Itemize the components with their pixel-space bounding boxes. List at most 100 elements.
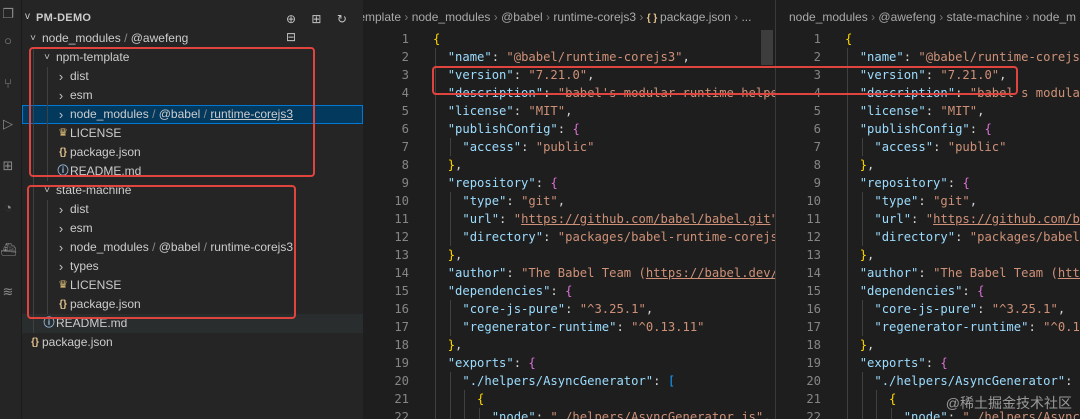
- tree-file[interactable]: {} package.json: [22, 295, 363, 314]
- code-text[interactable]: "exports": {: [845, 354, 948, 372]
- code-line[interactable]: 10 "type": "git",: [363, 192, 775, 210]
- code-text[interactable]: {: [845, 30, 852, 48]
- code-line[interactable]: 8 },: [363, 156, 775, 174]
- tree-file[interactable]: {} package.json: [22, 333, 363, 352]
- code-text[interactable]: "name": "@babel/runtime-corejs3",: [433, 48, 690, 66]
- tree-folder[interactable]: ˅ node_modules / @awefeng: [22, 29, 363, 48]
- breadcrumb-item[interactable]: state-machine: [947, 10, 1022, 24]
- code-text[interactable]: },: [433, 336, 463, 354]
- code-text[interactable]: "core-js-pure": "^3.25.1",: [845, 300, 1065, 318]
- code-line[interactable]: 12 "directory": "packages/babel-runtime-…: [776, 228, 1080, 246]
- code-text[interactable]: "access": "public": [433, 138, 594, 156]
- code-line[interactable]: 1{: [363, 30, 775, 48]
- tree-file[interactable]: ♛ LICENSE: [22, 276, 363, 295]
- code-line[interactable]: 13 },: [363, 246, 775, 264]
- tree-folder[interactable]: › types: [22, 257, 363, 276]
- chevron-right-icon[interactable]: ›: [56, 257, 66, 276]
- breadcrumb-item[interactable]: template: [363, 10, 401, 24]
- code-line[interactable]: 6 "publishConfig": {: [363, 120, 775, 138]
- code-text[interactable]: },: [433, 156, 463, 174]
- scrollbar-thumb[interactable]: [761, 30, 773, 65]
- code-text[interactable]: "dependencies": {: [845, 282, 985, 300]
- code-line[interactable]: 9 "repository": {: [363, 174, 775, 192]
- code-line[interactable]: 17 "regenerator-runtime": "^0.13.11": [776, 318, 1080, 336]
- code-line[interactable]: 19 "exports": {: [363, 354, 775, 372]
- code-line[interactable]: 5 "license": "MIT",: [776, 102, 1080, 120]
- breadcrumb-item[interactable]: ...: [741, 10, 751, 24]
- breadcrumb-item[interactable]: node_modules: [789, 10, 868, 24]
- breadcrumb-item[interactable]: package.json: [660, 10, 731, 24]
- remote-icon[interactable]: ≋: [0, 284, 16, 300]
- code-line[interactable]: 17 "regenerator-runtime": "^0.13.11": [363, 318, 775, 336]
- code-text[interactable]: "version": "7.21.0",: [845, 66, 1007, 84]
- tree-folder[interactable]: › esm: [22, 219, 363, 238]
- breadcrumb-item[interactable]: node_modules: [412, 10, 491, 24]
- code-line[interactable]: 13 },: [776, 246, 1080, 264]
- code-text[interactable]: "publishConfig": {: [845, 120, 992, 138]
- code-text[interactable]: "./helpers/AsyncGenerator": [: [845, 372, 1080, 390]
- breadcrumb-item[interactable]: runtime-corejs3: [553, 10, 636, 24]
- code-text[interactable]: "license": "MIT",: [433, 102, 573, 120]
- chevron-right-icon[interactable]: ›: [56, 105, 66, 124]
- breadcrumb-item[interactable]: @awefeng: [878, 10, 936, 24]
- code-line[interactable]: 11 "url": "https://github.com/babel/babe…: [776, 210, 1080, 228]
- code-line[interactable]: 4 "description": "babel's modular runtim…: [363, 84, 775, 102]
- code-line[interactable]: 8 },: [776, 156, 1080, 174]
- code-line[interactable]: 2 "name": "@babel/runtime-corejs3",: [363, 48, 775, 66]
- code-line[interactable]: 7 "access": "public": [363, 138, 775, 156]
- code-line[interactable]: 1{: [776, 30, 1080, 48]
- code-line[interactable]: 18 },: [363, 336, 775, 354]
- explorer-icon[interactable]: ❐: [0, 6, 16, 22]
- code-text[interactable]: {: [845, 390, 896, 408]
- code-text[interactable]: "./helpers/AsyncGenerator": [: [433, 372, 675, 390]
- tree-file[interactable]: ⓘ README.md: [22, 162, 363, 181]
- code-text[interactable]: "description": "babel's modular runtime …: [845, 84, 1080, 102]
- code-text[interactable]: "access": "public": [845, 138, 1006, 156]
- code-line[interactable]: 4 "description": "babel's modular runtim…: [776, 84, 1080, 102]
- code-line[interactable]: 9 "repository": {: [776, 174, 1080, 192]
- code-line[interactable]: 2 "name": "@babel/runtime-corejs3",: [776, 48, 1080, 66]
- tree-folder[interactable]: › node_modules / @babel / runtime-corejs3: [22, 105, 363, 124]
- code-line[interactable]: 16 "core-js-pure": "^3.25.1",: [776, 300, 1080, 318]
- timeline-icon[interactable]: ◔: [0, 200, 16, 216]
- code-text[interactable]: },: [845, 336, 875, 354]
- chevron-down-icon[interactable]: ˅: [42, 181, 52, 200]
- code-line[interactable]: 10 "type": "git",: [776, 192, 1080, 210]
- code-text[interactable]: "description": "babel's modular runtime …: [433, 84, 775, 102]
- code-line[interactable]: 20 "./helpers/AsyncGenerator": [: [363, 372, 775, 390]
- refresh-icon[interactable]: ↻: [333, 12, 351, 26]
- code-text[interactable]: "repository": {: [845, 174, 970, 192]
- code-text[interactable]: "exports": {: [433, 354, 536, 372]
- new-file-icon[interactable]: ⊕: [282, 12, 300, 26]
- code-text[interactable]: },: [845, 156, 875, 174]
- source-control-icon[interactable]: ⑂: [0, 76, 16, 92]
- chevron-right-icon[interactable]: ›: [56, 86, 66, 105]
- code-line[interactable]: 12 "directory": "packages/babel-runtime-…: [363, 228, 775, 246]
- code-text[interactable]: },: [845, 246, 875, 264]
- code-text[interactable]: "repository": {: [433, 174, 558, 192]
- code-text[interactable]: "author": "The Babel Team (https://babel…: [433, 264, 775, 282]
- code-line[interactable]: 22 "node": "./helpers/AsyncGenerator.js"…: [363, 408, 775, 419]
- code-line[interactable]: 14 "author": "The Babel Team (https://ba…: [363, 264, 775, 282]
- code-text[interactable]: "directory": "packages/babel-runtime-cor…: [433, 228, 775, 246]
- breadcrumb-item[interactable]: @babel: [501, 10, 543, 24]
- code-line[interactable]: 14 "author": "The Babel Team (https://ba…: [776, 264, 1080, 282]
- chevron-down-icon[interactable]: v: [25, 11, 30, 22]
- breadcrumb-item[interactable]: node_m: [1033, 10, 1076, 24]
- code-text[interactable]: "regenerator-runtime": "^0.13.11": [433, 318, 704, 336]
- chevron-down-icon[interactable]: ˅: [42, 48, 52, 67]
- code-line[interactable]: 16 "core-js-pure": "^3.25.1",: [363, 300, 775, 318]
- code-text[interactable]: "regenerator-runtime": "^0.13.11": [845, 318, 1080, 336]
- code-text[interactable]: "license": "MIT",: [845, 102, 985, 120]
- tree-folder[interactable]: › esm: [22, 86, 363, 105]
- code-text[interactable]: "url": "https://github.com/babel/babel.g…: [845, 210, 1080, 228]
- editor-right[interactable]: node_modules › @awefeng › state-machine …: [776, 0, 1080, 419]
- search-icon[interactable]: ○: [0, 33, 16, 49]
- tree-folder[interactable]: › dist: [22, 67, 363, 86]
- tree-folder[interactable]: › dist: [22, 200, 363, 219]
- code-line[interactable]: 18 },: [776, 336, 1080, 354]
- code-text[interactable]: "node": "./helpers/AsyncGenerator.js",: [433, 408, 771, 419]
- code-line[interactable]: 7 "access": "public": [776, 138, 1080, 156]
- code-line[interactable]: 6 "publishConfig": {: [776, 120, 1080, 138]
- tree-folder[interactable]: ˅ state-machine: [22, 181, 363, 200]
